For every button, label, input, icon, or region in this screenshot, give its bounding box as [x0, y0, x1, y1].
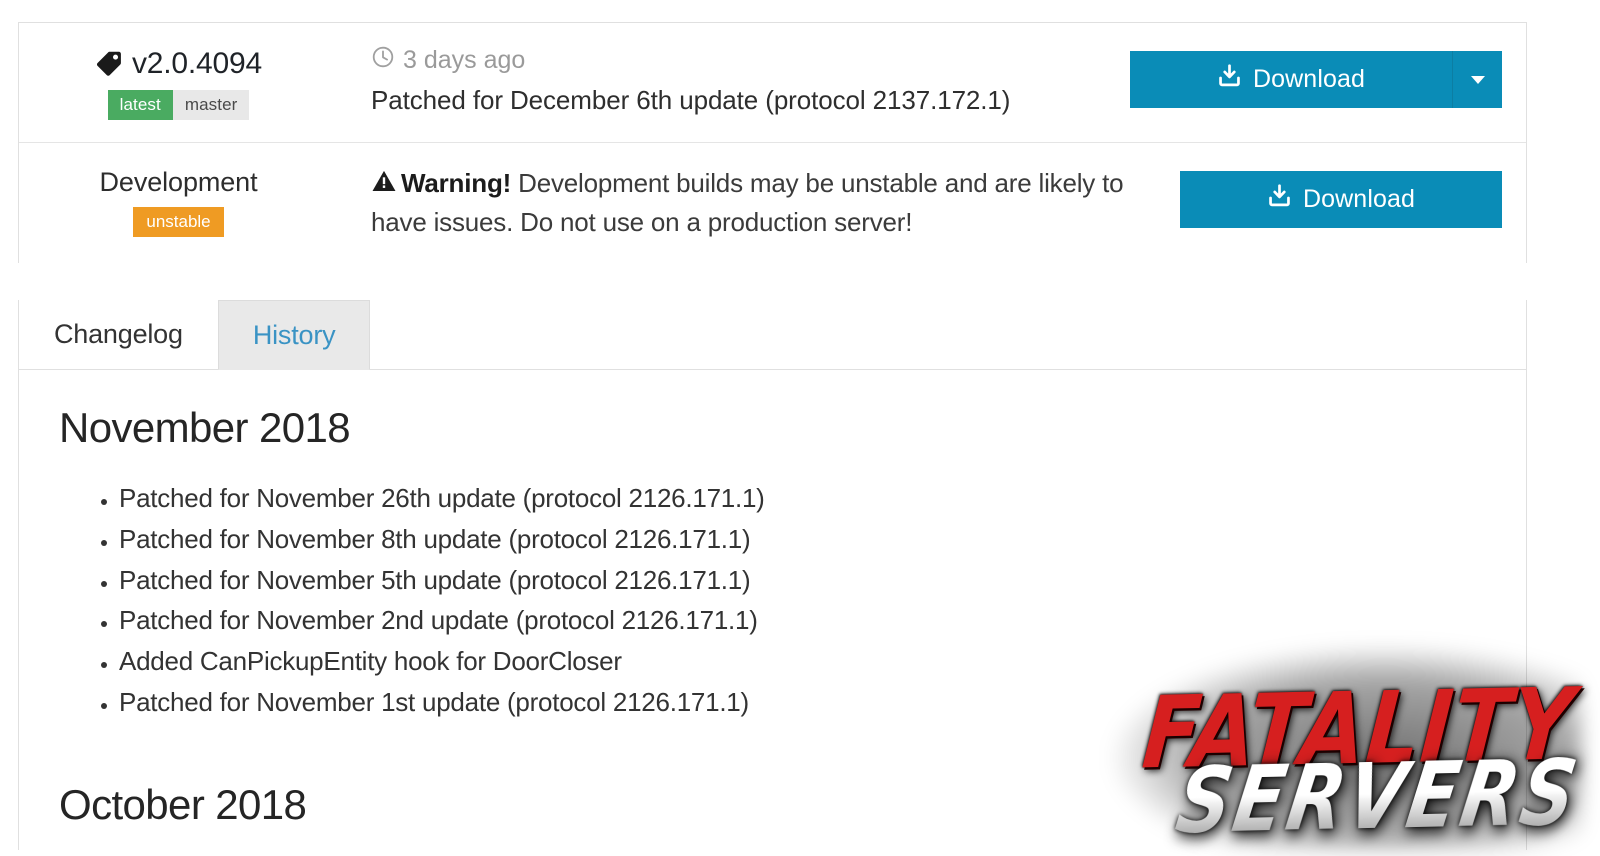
section-heading-october: October 2018: [59, 780, 307, 828]
development-actions: Download: [1180, 165, 1502, 228]
development-title-line: Development: [61, 167, 296, 198]
download-dropdown-button[interactable]: [1452, 51, 1502, 108]
development-warning: Warning! Development builds may be unsta…: [371, 165, 1160, 241]
tab-history[interactable]: History: [217, 300, 371, 370]
tag-icon: [95, 50, 123, 78]
changelog-list-november: Patched for November 26th update (protoc…: [59, 478, 1486, 723]
download-button-group: Download: [1130, 51, 1502, 108]
release-badges: latest master: [107, 90, 250, 120]
list-item: Patched for November 26th update (protoc…: [119, 478, 1486, 519]
section-heading-november: November 2018: [59, 404, 351, 451]
warning-strong-label: Warning!: [401, 168, 512, 198]
list-item: Patched for November 5th update (protoco…: [119, 560, 1486, 601]
release-panel: v2.0.4094 latest master 3 days ago Patch…: [18, 22, 1527, 263]
clock-icon: [371, 45, 395, 76]
development-badges: unstable: [133, 207, 224, 237]
version-line: v2.0.4094: [61, 47, 296, 81]
development-version-block: Development unstable: [61, 165, 296, 237]
release-actions: Download: [1130, 45, 1502, 108]
chevron-down-icon: [1470, 75, 1485, 84]
download-button[interactable]: Download: [1130, 51, 1452, 108]
development-label: Development: [99, 167, 258, 197]
list-item: Added CanPickupEntity hook for DoorClose…: [119, 641, 1486, 682]
tab-section: Changelog History: [18, 300, 1527, 370]
development-download-label: Download: [1303, 184, 1415, 213]
list-item: Patched for November 2nd update (protoco…: [119, 600, 1486, 641]
badge-latest: latest: [107, 90, 173, 120]
list-item: Patched for November 8th update (protoco…: [119, 519, 1486, 560]
badge-unstable: unstable: [133, 207, 224, 237]
development-download-button[interactable]: Download: [1180, 171, 1502, 228]
release-info-block: 3 days ago Patched for December 6th upda…: [296, 45, 1130, 116]
release-page: v2.0.4094 latest master 3 days ago Patch…: [0, 0, 1600, 853]
release-version-label: v2.0.4094: [132, 47, 262, 80]
tab-changelog-label: Changelog: [54, 319, 183, 349]
development-download-group: Download: [1180, 171, 1502, 228]
release-description: Patched for December 6th update (protoco…: [371, 84, 1011, 115]
warning-triangle-icon: [371, 167, 397, 204]
tab-history-label: History: [252, 319, 336, 350]
release-row-stable: v2.0.4094 latest master 3 days ago Patch…: [19, 23, 1526, 142]
release-time-text: 3 days ago: [403, 45, 526, 74]
release-row-development: Development unstable Warning! Developmen…: [19, 142, 1526, 263]
download-icon: [1217, 63, 1242, 95]
history-content-panel: November 2018 Patched for November 26th …: [18, 370, 1527, 850]
release-version-block: v2.0.4094 latest master: [61, 45, 296, 120]
download-icon: [1267, 183, 1292, 215]
list-item: Patched for November 1st update (protoco…: [119, 682, 1486, 723]
badge-master: master: [172, 90, 250, 120]
tab-bar: Changelog History: [18, 300, 1527, 370]
tab-changelog[interactable]: Changelog: [19, 300, 218, 369]
development-info-block: Warning! Development builds may be unsta…: [296, 165, 1180, 241]
release-time: 3 days ago: [371, 45, 1110, 76]
download-button-label: Download: [1253, 64, 1365, 93]
